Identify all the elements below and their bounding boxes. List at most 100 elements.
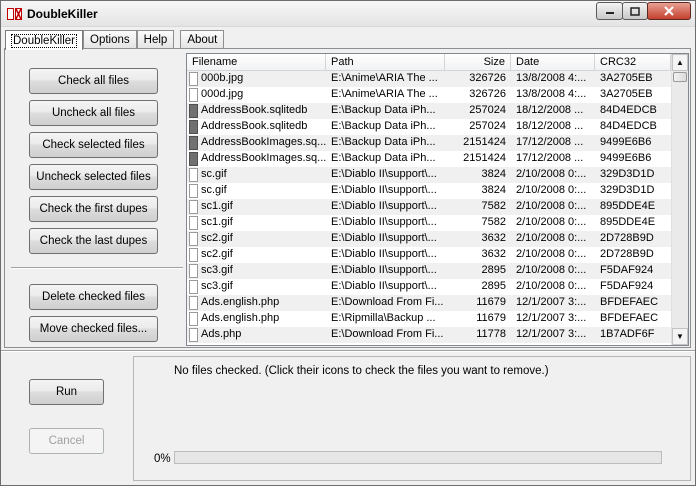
cell-filename: sc2.gif <box>187 247 326 263</box>
cell-path: E:\Diablo II\support\... <box>331 200 437 212</box>
delete-checked-files-button[interactable]: Delete checked files <box>29 284 158 310</box>
cell-filename: Ads.english.php <box>187 295 326 311</box>
check-all-files-button[interactable]: Check all files <box>29 68 158 94</box>
table-row[interactable]: sc2.gif E:\Diablo II\support\... 3632 2/10/… <box>187 231 671 247</box>
cancel-button[interactable]: Cancel <box>29 428 104 454</box>
table-row[interactable]: sc1.gif E:\Diablo II\support\... 7582 2/10/… <box>187 215 671 231</box>
cell-filename: sc.gif <box>187 167 326 183</box>
table-row[interactable]: 000b.jpg E:\Anime\ARIA The ... 326726 13/8/… <box>187 71 671 87</box>
check-last-dupes-button[interactable]: Check the last dupes <box>29 228 158 254</box>
scroll-up-button[interactable]: ▲ <box>672 54 688 71</box>
file-icon[interactable] <box>189 232 198 246</box>
table-row[interactable]: AddressBookImages.sq... E:\Backup Data iP… <box>187 151 671 167</box>
column-header-path[interactable]: Path <box>326 54 445 71</box>
check-selected-files-button[interactable]: Check selected files <box>29 132 158 158</box>
cell-size: 257024 <box>469 104 506 116</box>
cell-filename: sc1.gif <box>187 215 326 231</box>
cell-size: 2895 <box>481 264 506 276</box>
close-button[interactable] <box>647 2 691 20</box>
table-row[interactable]: Ads.english.php E:\Ripmilla\Backup ... 116… <box>187 311 671 327</box>
file-icon[interactable] <box>189 200 198 214</box>
dark-file-icon[interactable] <box>189 152 198 166</box>
table-row[interactable]: Ads.php E:\Download From Fi... 11778 12/1/2… <box>187 327 671 343</box>
cell-size: 3824 <box>481 184 506 196</box>
filename-text: Ads.php <box>201 328 242 340</box>
table-row[interactable]: AddressBook.sqlitedb E:\Backup Data iPh..… <box>187 103 671 119</box>
file-icon[interactable] <box>189 296 198 310</box>
filename-text: AddressBookImages.sq... <box>201 152 326 164</box>
column-header-date[interactable]: Date <box>511 54 595 71</box>
scroll-thumb[interactable] <box>673 72 687 82</box>
minimize-button[interactable] <box>596 2 623 20</box>
cell-crc32: 895DDE4E <box>600 200 656 212</box>
file-icon[interactable] <box>189 168 198 182</box>
table-row[interactable]: Ads.english.php E:\Download From Fi... 116… <box>187 295 671 311</box>
file-icon[interactable] <box>189 280 198 294</box>
cell-path: E:\Backup Data iPh... <box>331 136 436 148</box>
column-header-filename[interactable]: Filename <box>187 54 326 71</box>
cell-filename: AddressBook.sqlitedb <box>187 119 326 135</box>
cell-date: 2/10/2008 0:... <box>516 200 587 212</box>
tab-strip: DoubleKiller Options Help About <box>5 29 225 50</box>
table-row[interactable]: sc.gif E:\Diablo II\support\... 3824 2/10/2… <box>187 183 671 199</box>
cell-path: E:\Diablo II\support\... <box>331 248 437 260</box>
list-body: 000b.jpg E:\Anime\ARIA The ... 326726 13/8/… <box>187 71 671 343</box>
table-row[interactable]: AddressBook.sqlitedb E:\Backup Data iPh..… <box>187 119 671 135</box>
column-header-crc32[interactable]: CRC32 <box>595 54 671 71</box>
file-icon[interactable] <box>189 88 198 102</box>
move-checked-files-button[interactable]: Move checked files... <box>29 316 158 342</box>
cell-filename: 000b.jpg <box>187 71 326 87</box>
cell-filename: sc3.gif <box>187 263 326 279</box>
cell-path: E:\Anime\ARIA The ... <box>331 88 438 100</box>
cell-date: 13/8/2008 4:... <box>516 88 587 100</box>
table-row[interactable]: sc1.gif E:\Diablo II\support\... 7582 2/10/… <box>187 199 671 215</box>
cell-crc32: BFDEFAEC <box>600 312 659 324</box>
table-row[interactable]: sc3.gif E:\Diablo II\support\... 2895 2/10/… <box>187 279 671 295</box>
table-row[interactable]: sc2.gif E:\Diablo II\support\... 3632 2/10/… <box>187 247 671 263</box>
file-icon[interactable] <box>189 264 198 278</box>
scroll-down-button[interactable]: ▼ <box>672 328 688 345</box>
cell-date: 2/10/2008 0:... <box>516 216 587 228</box>
maximize-button[interactable] <box>622 2 648 20</box>
vertical-scrollbar[interactable]: ▲ ▼ <box>671 54 688 345</box>
cell-filename: AddressBookImages.sq... <box>187 151 326 167</box>
cell-path: E:\Backup Data iPh... <box>331 104 436 116</box>
progress-percent: 0% <box>154 453 171 465</box>
tab-about[interactable]: About <box>180 30 225 49</box>
file-icon[interactable] <box>189 184 198 198</box>
cell-crc32: 3A2705EB <box>600 88 653 100</box>
title-bar[interactable]: DoubleKiller <box>1 1 695 27</box>
cell-filename: sc1.gif <box>187 199 326 215</box>
cell-date: 18/12/2008 ... <box>516 104 584 116</box>
file-icon[interactable] <box>189 216 198 230</box>
column-header-size[interactable]: Size <box>445 54 511 71</box>
tab-options[interactable]: Options <box>83 30 137 49</box>
filename-text: sc.gif <box>201 168 227 180</box>
filename-text: 000b.jpg <box>201 72 244 84</box>
tab-doublekiller[interactable]: DoubleKiller <box>5 30 84 50</box>
cell-path: E:\Backup Data iPh... <box>331 152 436 164</box>
file-icon[interactable] <box>189 248 198 262</box>
run-button[interactable]: Run <box>29 379 104 405</box>
filename-text: sc3.gif <box>201 264 233 276</box>
cell-size: 326726 <box>469 72 506 84</box>
table-row[interactable]: sc.gif E:\Diablo II\support\... 3824 2/10/2… <box>187 167 671 183</box>
table-row[interactable]: 000d.jpg E:\Anime\ARIA The ... 326726 13/8/… <box>187 87 671 103</box>
duplicates-list[interactable]: Filename Path Size Date CRC32 000b.jpg E:… <box>186 53 689 346</box>
dark-file-icon[interactable] <box>189 120 198 134</box>
uncheck-selected-files-button[interactable]: Uncheck selected files <box>29 164 158 190</box>
tab-help[interactable]: Help <box>136 30 175 49</box>
cell-crc32: 329D3D1D <box>600 184 655 196</box>
file-icon[interactable] <box>189 328 198 342</box>
uncheck-all-files-button[interactable]: Uncheck all files <box>29 100 158 126</box>
file-icon[interactable] <box>189 312 198 326</box>
dark-file-icon[interactable] <box>189 104 198 118</box>
table-row[interactable]: sc3.gif E:\Diablo II\support\... 2895 2/10/… <box>187 263 671 279</box>
table-row[interactable]: AddressBookImages.sq... E:\Backup Data iP… <box>187 135 671 151</box>
tab-label: DoubleKiller <box>10 33 78 48</box>
filename-text: sc1.gif <box>201 200 233 212</box>
cell-crc32: 9499E6B6 <box>600 152 652 164</box>
check-first-dupes-button[interactable]: Check the first dupes <box>29 196 158 222</box>
dark-file-icon[interactable] <box>189 136 198 150</box>
file-icon[interactable] <box>189 72 198 86</box>
